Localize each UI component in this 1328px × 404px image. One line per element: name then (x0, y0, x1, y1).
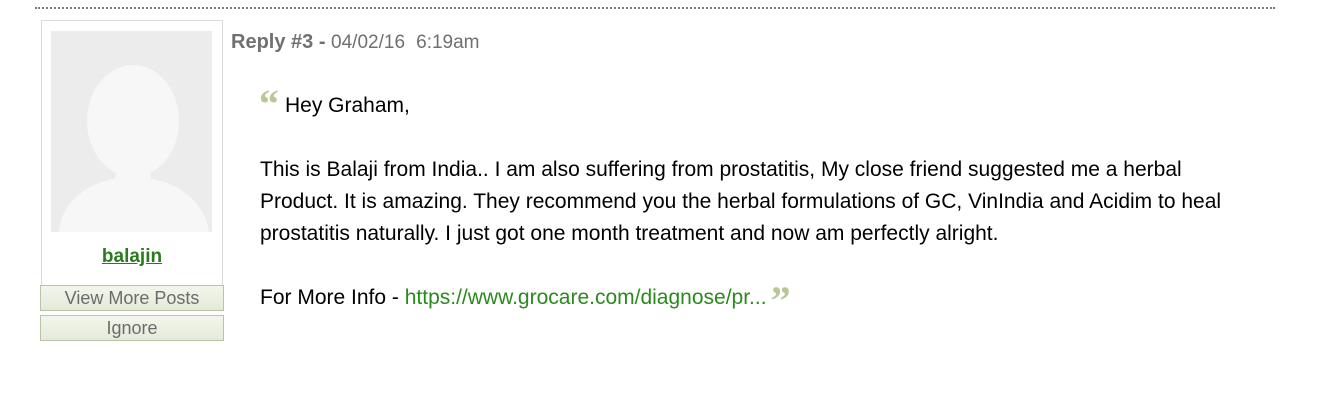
info-link[interactable]: https://www.grocare.com/diagnose/pr... (405, 286, 767, 309)
info-prefix: For More Info - (260, 286, 399, 309)
reply-header: Reply #3 - 04/02/16 6:19am (231, 31, 480, 54)
post-info-line: For More Info - https://www.grocare.com/… (260, 281, 1260, 321)
close-quote-icon: ” (770, 278, 791, 323)
reply-time: 6:19am (416, 32, 480, 53)
reply-number: Reply #3 - (231, 31, 326, 53)
view-more-posts-button[interactable]: View More Posts (40, 285, 224, 311)
ignore-button[interactable]: Ignore (40, 315, 224, 341)
reply-date: 04/02/16 (331, 32, 406, 53)
post-greeting: Hey Graham, (285, 94, 410, 117)
avatar[interactable] (51, 31, 212, 232)
post-body: Hey Graham, This is Balaji from India.. … (260, 90, 1260, 321)
post-paragraph: This is Balaji from India.. I am also su… (260, 158, 1222, 245)
default-user-silhouette-icon (51, 31, 212, 232)
author-username-link[interactable]: balajin (41, 246, 223, 268)
post-divider (35, 7, 1275, 9)
